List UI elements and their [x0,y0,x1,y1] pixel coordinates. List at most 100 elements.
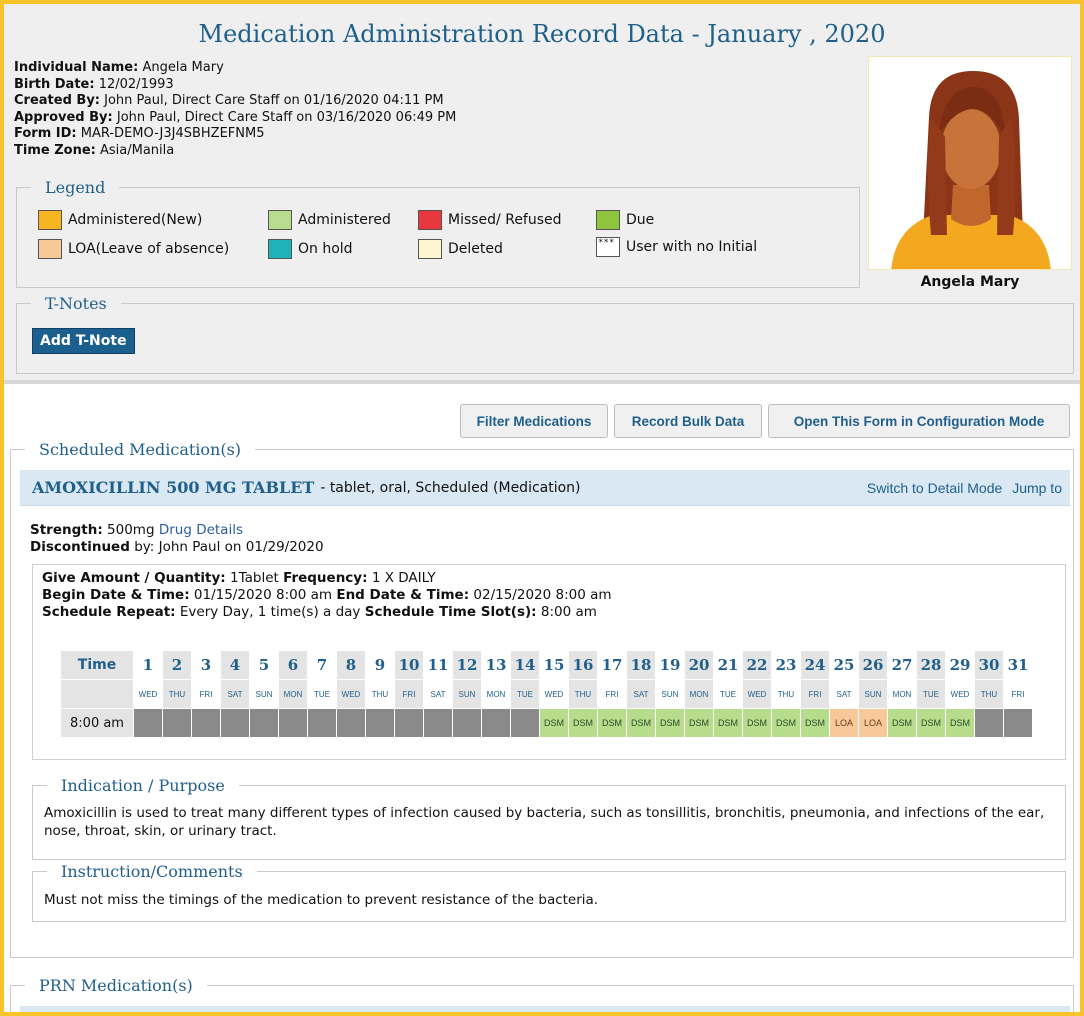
administration-cell[interactable] [134,709,162,737]
weekday-cell: SUN [859,680,887,708]
record-bulk-data-button[interactable]: Record Bulk Data [614,404,762,438]
administration-cell[interactable]: DSM [685,709,713,737]
weekday-cell: WED [138,689,158,699]
administration-cell[interactable]: DSM [656,709,684,737]
weekday-cell: TUE [511,680,539,708]
day-number-cell: 25 [833,656,855,674]
legend-item-no-initial: *** User with no Initial [596,237,757,257]
administration-cell[interactable]: DSM [801,709,829,737]
weekday-cell: SAT [430,689,446,699]
weekday-cell: SAT [221,680,249,708]
legend-swatch [268,239,292,259]
administration-cell[interactable] [1004,709,1032,737]
administration-cell[interactable] [163,709,191,737]
switch-detail-mode-link[interactable]: Switch to Detail Mode [867,480,1002,496]
administration-cell[interactable]: DSM [888,709,916,737]
indication-text: Amoxicillin is used to treat many differ… [44,805,1045,839]
individual-name-value: Angela Mary [142,60,224,75]
legend-item-missed-refused: Missed/ Refused [418,210,562,230]
administration-cell[interactable] [482,709,510,737]
administration-cell[interactable] [366,709,394,737]
time-zone-row: Time Zone: Asia/Manila [14,143,456,160]
legend-item-due: Due [596,210,654,230]
administration-cell[interactable] [192,709,220,737]
weekday-cell: FRI [605,689,619,699]
administration-cell[interactable]: LOA [830,709,858,737]
day-number-cell: 8 [337,651,365,679]
administration-cell[interactable]: DSM [714,709,742,737]
administration-cell[interactable]: DSM [917,709,945,737]
individual-name-row: Individual Name: Angela Mary [14,60,456,77]
jump-to-link[interactable]: Jump to [1012,480,1062,496]
legend-swatch [596,210,620,230]
weekday-cell: MON [892,689,912,699]
legend-swatch [268,210,292,230]
date-row: Begin Date & Time: 01/15/2020 8:00 am En… [42,587,612,604]
administration-cell[interactable]: DSM [540,709,568,737]
administration-cell[interactable]: LOA [859,709,887,737]
administration-cell[interactable] [453,709,481,737]
day-number-cell: 13 [485,656,507,674]
medication-description: - tablet, oral, Scheduled (Medication) [320,479,581,496]
add-tnote-button[interactable]: Add T-Note [32,328,135,354]
prn-header-bar [20,1006,1070,1012]
weekday-cell: MON [486,689,506,699]
form-id-label: Form ID: [14,126,77,141]
mar-page: Medication Administration Record Data - … [4,4,1080,1012]
weekday-cell: MON [685,680,713,708]
strength-value: 500mg [107,522,155,538]
administration-cell[interactable] [308,709,336,737]
administration-cell[interactable] [511,709,539,737]
weekday-cell: TUE [314,689,330,699]
administration-cell[interactable] [424,709,452,737]
approved-by-label: Approved By: [14,109,113,125]
administration-cell[interactable]: DSM [598,709,626,737]
day-number-cell: 2 [163,651,191,679]
day-number-cell: 29 [949,656,971,674]
administration-cell[interactable] [250,709,278,737]
weekday-cell: TUE [917,680,945,708]
weekday-cell: FRI [199,689,213,699]
legend-label: Administered(New) [68,212,203,228]
weekday-cell: THU [163,680,191,708]
slot-label: Schedule Time Slot(s): [364,604,537,620]
legend-title: Legend [45,178,106,197]
administration-cell[interactable]: DSM [627,709,655,737]
drug-details-link[interactable]: Drug Details [159,522,243,538]
day-number-cell: 1 [142,656,154,674]
day-number-cell: 28 [917,651,945,679]
slot-time: 8:00 am [61,709,133,737]
administration-cell[interactable]: DSM [569,709,597,737]
legend-item-loa: LOA(Leave of absence) [38,239,229,259]
time-zone-value: Asia/Manila [99,142,175,158]
indication-title: Indication / Purpose [61,776,225,795]
administration-cell[interactable] [395,709,423,737]
administration-cell[interactable] [975,709,1003,737]
legend-label: Administered [298,212,391,228]
administration-cell[interactable]: DSM [772,709,800,737]
day-number-cell: 16 [569,651,597,679]
weekday-cell: THU [569,680,597,708]
day-number-cell: 11 [427,656,449,674]
time-header: Time [61,651,133,679]
birth-date-row: Birth Date: 12/02/1993 [14,77,456,94]
tnotes-title: T-Notes [45,294,107,313]
day-number-cell: 4 [221,651,249,679]
day-number-cell: 21 [717,656,739,674]
administration-cell[interactable] [279,709,307,737]
weekday-cell: THU [371,689,389,699]
administration-cell[interactable] [337,709,365,737]
record-header: Medication Administration Record Data - … [4,4,1080,384]
weekday-cell: WED [743,680,771,708]
weekday-cell: SUN [661,689,679,699]
filter-medications-button[interactable]: Filter Medications [460,404,608,438]
weekday-cell: MON [279,680,307,708]
administration-cell[interactable]: DSM [743,709,771,737]
individual-photo [868,56,1072,270]
discontinued-label: Discontinued [30,539,130,555]
configuration-mode-button[interactable]: Open This Form in Configuration Mode [768,404,1070,438]
tnotes-panel: T-Notes [16,294,1074,374]
form-id-value: MAR-DEMO-J3J4SBHZEFNM5 [80,126,265,141]
administration-cell[interactable] [221,709,249,737]
administration-cell[interactable]: DSM [946,709,974,737]
